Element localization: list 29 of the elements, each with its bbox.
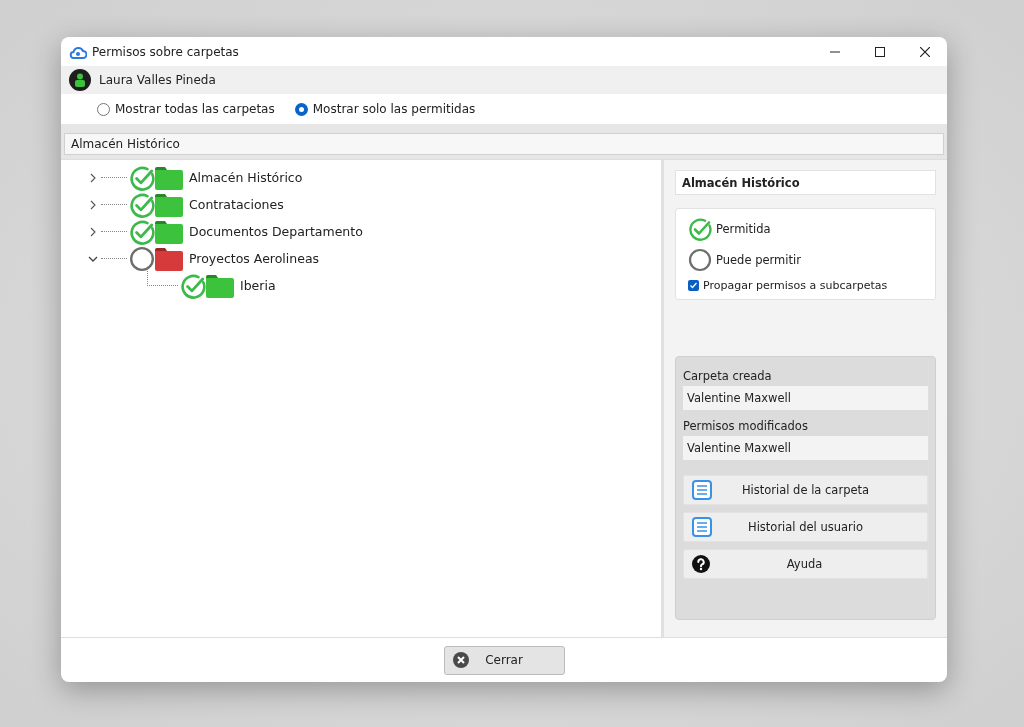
field-label: Carpeta creada	[683, 369, 773, 383]
help-button[interactable]: Ayuda	[683, 549, 928, 579]
legend-label: Puede permitir	[716, 253, 801, 267]
read-only-field: Valentine Maxwell	[683, 386, 928, 410]
path-field: Almacén Histórico	[64, 133, 944, 155]
radio-option[interactable]: Mostrar todas las carpetas	[97, 102, 275, 116]
radio-option[interactable]: Mostrar solo las permitidas	[294, 102, 476, 116]
folder-label[interactable]: Iberia	[239, 276, 277, 295]
list-document-icon	[692, 517, 712, 537]
legend-label: Permitida	[716, 222, 771, 236]
user-name: Laura Valles Pineda	[99, 73, 216, 87]
folder-label[interactable]: Proyectos Aerolineas	[188, 249, 321, 268]
folder-label[interactable]: Almacén Histórico	[188, 168, 304, 187]
folder-title-field: Almacén Histórico	[675, 170, 936, 195]
x-circle-icon	[452, 652, 469, 668]
help-icon	[692, 555, 710, 573]
maximize-icon	[874, 46, 885, 57]
read-only-field: Valentine Maxwell	[683, 436, 928, 460]
folder-label[interactable]: Contrataciones	[188, 195, 285, 214]
history-button[interactable]: Historial del usuario	[683, 512, 928, 542]
user-avatar-icon	[69, 69, 91, 91]
window-title: Permisos sobre carpetas	[92, 44, 240, 59]
propagate-checkbox[interactable]: Propagar permisos a subcarpetas	[688, 279, 923, 292]
close-icon	[919, 46, 930, 57]
history-button[interactable]: Historial de la carpeta	[683, 475, 928, 505]
field-label: Permisos modificados	[683, 419, 809, 433]
folder-label[interactable]: Documentos Departamento	[188, 222, 364, 241]
close-dialog-button[interactable]: Cerrar	[443, 645, 565, 675]
list-document-icon	[692, 480, 712, 500]
